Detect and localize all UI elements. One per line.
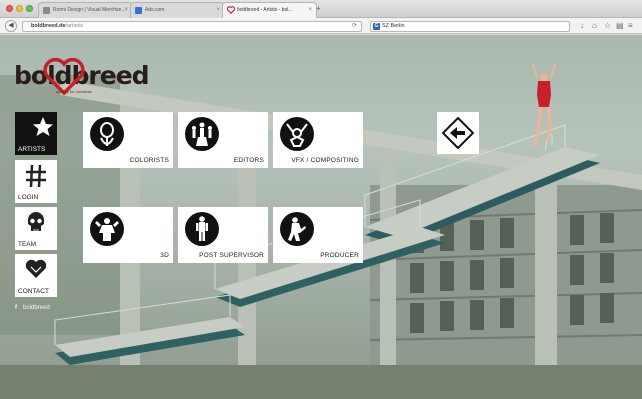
3d-icon: [90, 212, 124, 246]
arrow-left-icon: [442, 117, 474, 149]
star-icon: [33, 117, 53, 136]
social-text[interactable]: boldbreed: [23, 305, 50, 311]
tile-editors-label: EDITORS: [233, 157, 264, 164]
tab-close-icon[interactable]: ×: [124, 3, 128, 17]
page-content: boldbreed agency for creatives ARTISTS L…: [0, 35, 642, 399]
tab-close-icon[interactable]: ×: [308, 3, 312, 17]
tile-producer[interactable]: PRODUCER: [273, 207, 363, 263]
social-links: f boldbreed: [15, 305, 50, 311]
tab-close-icon[interactable]: ×: [216, 3, 220, 17]
maximize-window-button[interactable]: [26, 5, 33, 12]
heart-icon: [25, 259, 47, 278]
new-tab-button[interactable]: +: [316, 4, 321, 13]
address-bar[interactable]: boldbreed.de/artists/ ⟳: [22, 21, 362, 32]
tab-favicon-icon: [43, 7, 50, 14]
tile-vfx-compositing-label: VFX / COMPOSITING: [291, 157, 359, 164]
tile-3d[interactable]: 3D: [83, 207, 173, 263]
close-window-button[interactable]: [6, 5, 13, 12]
nav-contact-label: CONTACT: [18, 288, 49, 295]
nav-login[interactable]: LOGIN: [15, 160, 57, 203]
bookmarks-icon[interactable]: ▤: [616, 21, 624, 31]
vfx-icon: [280, 117, 314, 151]
tab-favicon-icon: [135, 7, 142, 14]
tile-vfx-compositing[interactable]: VFX / COMPOSITING: [273, 112, 363, 168]
back-button[interactable]: ◀: [5, 20, 17, 32]
tab-ronni-design[interactable]: Ronni Design | Visual Merchan... ×: [38, 2, 133, 18]
search-value: SZ Berlin: [382, 23, 405, 29]
post-supervisor-icon: [185, 212, 219, 246]
minimize-window-button[interactable]: [16, 5, 23, 12]
tile-colorists[interactable]: COLORISTS: [83, 112, 173, 168]
tile-post-supervisor-label: POST SUPERVISOR: [199, 252, 264, 259]
tab-label: boldbreed - Artists - bol...: [237, 7, 293, 13]
logo-tagline: agency for creatives: [56, 89, 92, 94]
browser-titlebar: Ronni Design | Visual Merchan... × Ads.c…: [0, 0, 642, 19]
search-input[interactable]: G SZ Berlin: [370, 21, 570, 32]
producer-icon: [280, 212, 314, 246]
colorist-icon: [90, 117, 124, 151]
heart-favicon-icon: [226, 6, 236, 14]
tab-ads[interactable]: Ads.com ×: [130, 2, 225, 18]
hashtag-icon: [26, 164, 46, 188]
nav-contact[interactable]: CONTACT: [15, 254, 57, 297]
reload-icon[interactable]: ⟳: [352, 22, 357, 31]
back-tile-button[interactable]: [437, 112, 479, 154]
tile-producer-label: PRODUCER: [320, 252, 359, 259]
boldbreed-logo[interactable]: boldbreed agency for creatives: [14, 57, 150, 97]
nav-team-label: TEAM: [18, 241, 37, 248]
tile-colorists-label: COLORISTS: [129, 157, 169, 164]
home-icon[interactable]: ⌂: [592, 21, 597, 31]
download-icon[interactable]: ↓: [580, 21, 584, 31]
nav-team[interactable]: TEAM: [15, 207, 57, 250]
editors-icon: [185, 117, 219, 151]
url-host: boldbreed.de: [31, 23, 66, 29]
tab-boldbreed[interactable]: boldbreed - Artists - bol... ×: [222, 2, 317, 19]
tile-post-supervisor[interactable]: POST SUPERVISOR: [178, 207, 268, 263]
tile-editors[interactable]: EDITORS: [178, 112, 268, 168]
skull-icon: [28, 212, 44, 231]
tab-label: Ronni Design | Visual Merchan...: [53, 7, 126, 13]
nav-artists-label: ARTISTS: [18, 146, 46, 153]
bookmark-star-icon[interactable]: ☆: [604, 21, 611, 31]
diver-figure-image: [532, 63, 556, 149]
url-path: /artists/: [65, 23, 84, 29]
tab-label: Ads.com: [145, 7, 165, 13]
search-engine-icon[interactable]: G: [373, 23, 380, 30]
tile-3d-label: 3D: [160, 252, 169, 259]
facebook-icon[interactable]: f: [15, 305, 17, 311]
menu-icon[interactable]: ≡: [628, 21, 633, 31]
browser-navbar: ◀ boldbreed.de/artists/ ⟳ G SZ Berlin ↓ …: [0, 18, 642, 34]
nav-artists[interactable]: ARTISTS: [15, 112, 57, 155]
nav-login-label: LOGIN: [18, 194, 39, 201]
